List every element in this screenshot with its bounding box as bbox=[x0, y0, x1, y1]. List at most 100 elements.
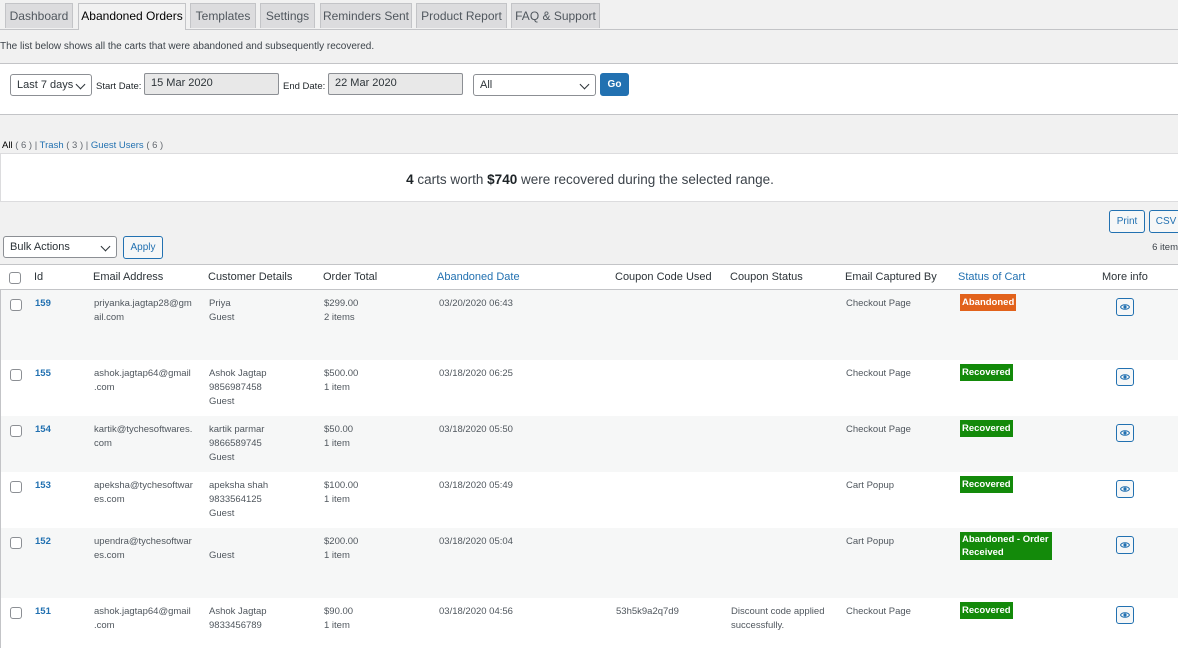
tab-product-report[interactable]: Product Report bbox=[416, 3, 507, 28]
csv-button[interactable]: CSV bbox=[1149, 210, 1178, 233]
view-details-button[interactable] bbox=[1116, 480, 1134, 498]
cell-total: $100.00 bbox=[324, 480, 359, 491]
cell-captured: Cart Popup bbox=[846, 536, 895, 547]
cell-cust3: Guest bbox=[209, 508, 235, 519]
cart-status-badge: Abandoned - Order Received bbox=[960, 532, 1052, 560]
cell-date: 03/18/2020 05:49 bbox=[439, 480, 513, 491]
column-email-captured: Email Captured By bbox=[845, 271, 937, 283]
cell-cust1: Ashok Jagtap bbox=[209, 606, 267, 617]
cart-id-link[interactable]: 155 bbox=[35, 367, 51, 381]
end-date-input[interactable]: 22 Mar 2020 bbox=[328, 73, 463, 95]
cell-date: 03/18/2020 05:50 bbox=[439, 424, 513, 435]
date-filter-bar: Last 7 days Start Date: 15 Mar 2020 End … bbox=[0, 63, 1178, 115]
items-count: 6 item bbox=[1152, 242, 1178, 253]
bulk-actions-select[interactable]: Bulk Actions bbox=[3, 236, 117, 258]
column-order-total: Order Total bbox=[323, 271, 378, 283]
tab-templates[interactable]: Templates bbox=[190, 3, 256, 28]
apply-button[interactable]: Apply bbox=[123, 236, 163, 259]
cart-status-value: All bbox=[480, 79, 493, 91]
cell-cust2: 9856987458 bbox=[209, 382, 262, 393]
cell-cust2: 9866589745 bbox=[209, 438, 262, 449]
tab-dashboard[interactable]: Dashboard bbox=[5, 3, 73, 28]
cart-status-select[interactable]: All bbox=[473, 74, 596, 96]
table-row: 152 upendra@tychesoftwar es.com Guest $200.0… bbox=[0, 528, 1178, 598]
cell-items: 1 item bbox=[324, 550, 350, 561]
cell-captured: Checkout Page bbox=[846, 424, 911, 435]
view-details-button[interactable] bbox=[1116, 606, 1134, 624]
cell-email1: upendra@tychesoftwar bbox=[94, 536, 192, 547]
view-details-button[interactable] bbox=[1116, 536, 1134, 554]
chevron-down-icon bbox=[100, 241, 111, 252]
select-all-checkbox[interactable] bbox=[9, 272, 21, 284]
recovery-summary-panel: 4 carts worth $740 were recovered during… bbox=[0, 153, 1178, 202]
cart-id-link[interactable]: 154 bbox=[35, 423, 51, 437]
cell-cs1: Discount code applied bbox=[731, 606, 825, 617]
cell-cust3: Guest bbox=[209, 396, 235, 407]
view-details-button[interactable] bbox=[1116, 298, 1134, 316]
eye-icon bbox=[1120, 304, 1130, 310]
row-checkbox[interactable] bbox=[10, 537, 22, 549]
tab-reminders-sent[interactable]: Reminders Sent bbox=[320, 3, 412, 28]
cell-total: $90.00 bbox=[324, 606, 354, 617]
eye-icon bbox=[1120, 374, 1130, 380]
eye-icon bbox=[1120, 542, 1130, 548]
cart-status-badge: Recovered bbox=[960, 602, 1013, 619]
row-checkbox[interactable] bbox=[10, 607, 22, 619]
cell-email1: ashok.jagtap64@gmail bbox=[94, 368, 191, 379]
tab-faq-support[interactable]: FAQ & Support bbox=[511, 3, 600, 28]
cell-date: 03/18/2020 05:04 bbox=[439, 536, 513, 547]
row-checkbox[interactable] bbox=[10, 369, 22, 381]
table-row: 154 kartik@tychesoftwares. com kartik parma… bbox=[0, 416, 1178, 472]
row-checkbox[interactable] bbox=[10, 425, 22, 437]
cell-date: 03/18/2020 06:25 bbox=[439, 368, 513, 379]
cart-status-badge: Recovered bbox=[960, 364, 1013, 381]
cell-cs2: successfully. bbox=[731, 620, 785, 631]
eye-icon bbox=[1120, 612, 1130, 618]
table-header: Id Email Address Customer Details Order … bbox=[0, 264, 1178, 290]
view-all-link[interactable]: All bbox=[2, 140, 13, 151]
cart-id-link[interactable]: 159 bbox=[35, 297, 51, 311]
cell-email2: es.com bbox=[94, 550, 125, 561]
chevron-down-icon bbox=[579, 79, 590, 90]
cell-items: 1 item bbox=[324, 620, 350, 631]
tab-settings[interactable]: Settings bbox=[260, 3, 315, 28]
column-more-info: More info bbox=[1102, 271, 1148, 283]
tab-abandoned-orders[interactable]: Abandoned Orders bbox=[78, 3, 186, 30]
column-status[interactable]: Status of Cart bbox=[958, 271, 1025, 283]
cell-items: 1 item bbox=[324, 438, 350, 449]
status-label: Recovered bbox=[962, 479, 1011, 490]
start-date-input[interactable]: 15 Mar 2020 bbox=[144, 73, 279, 95]
view-details-button[interactable] bbox=[1116, 424, 1134, 442]
view-guest-count: ( 6 ) bbox=[146, 140, 164, 151]
summary-text-2: were recovered during the selected range… bbox=[520, 172, 774, 187]
cell-total: $500.00 bbox=[324, 368, 359, 379]
cart-status-badge: Abandoned bbox=[960, 294, 1017, 311]
cell-cust2: Guest bbox=[209, 312, 235, 323]
column-abandoned-date[interactable]: Abandoned Date bbox=[437, 271, 520, 283]
print-button[interactable]: Print bbox=[1109, 210, 1145, 233]
view-details-button[interactable] bbox=[1116, 368, 1134, 386]
cart-id-link[interactable]: 152 bbox=[35, 535, 51, 549]
cart-id-link[interactable]: 153 bbox=[35, 479, 51, 493]
cell-email2: es.com bbox=[94, 494, 125, 505]
column-customer: Customer Details bbox=[208, 271, 293, 283]
cell-email2: .com bbox=[94, 620, 115, 631]
status-label: Recovered bbox=[962, 605, 1011, 616]
go-button[interactable]: Go bbox=[600, 73, 629, 96]
recovery-summary: 4 carts worth $740 were recovered during… bbox=[1, 172, 1178, 187]
view-trash-link[interactable]: Trash bbox=[40, 140, 64, 151]
page-description: The list below shows all the carts that … bbox=[0, 41, 375, 52]
bulk-actions-value: Bulk Actions bbox=[10, 241, 70, 253]
date-range-select[interactable]: Last 7 days bbox=[10, 74, 92, 96]
row-checkbox[interactable] bbox=[10, 299, 22, 311]
row-checkbox[interactable] bbox=[10, 481, 22, 493]
recovered-cart-count: 4 bbox=[406, 172, 414, 187]
table-row: 159 priyanka.jagtap28@gm ail.com Priya Guest… bbox=[0, 290, 1178, 360]
view-guest-users-link[interactable]: Guest Users bbox=[91, 140, 144, 151]
cell-cust2: Guest bbox=[209, 550, 235, 561]
cart-status-badge: Recovered bbox=[960, 476, 1013, 493]
cell-items: 2 items bbox=[324, 312, 355, 323]
cart-id-link[interactable]: 151 bbox=[35, 605, 51, 619]
view-separator: | bbox=[85, 140, 89, 151]
nav-tabs: Dashboard Abandoned Orders Templates Set… bbox=[0, 0, 1178, 30]
